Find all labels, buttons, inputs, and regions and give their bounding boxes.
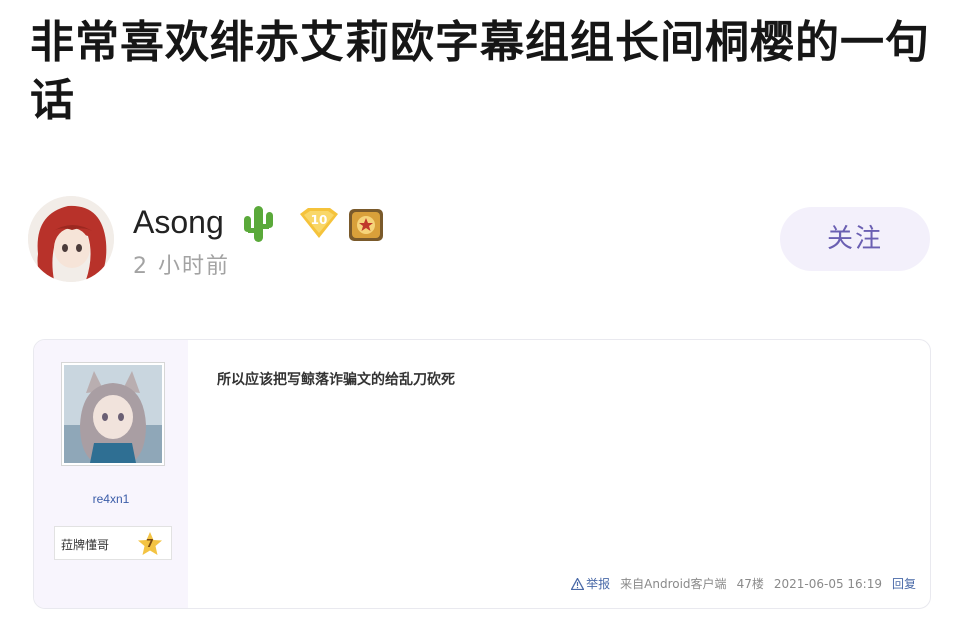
rank-level: 7 [146,537,154,550]
level-badge-number: 10 [310,213,328,227]
medal-icon [348,208,384,246]
author-avatar[interactable] [28,196,114,282]
author-name[interactable]: Asong [133,202,224,242]
user-rank-badge: 菈牌懂哥 7 [54,526,172,560]
quoted-post-content: 所以应该把写鲸落诈骗文的给乱刀砍死 [217,372,455,388]
report-label: 举报 [586,577,611,591]
quoted-post-footer: 举报 来自Android客户端 47楼 2021-06-05 16:19 回复 [571,575,916,592]
follow-button[interactable]: 关注 [780,207,930,271]
post-datetime: 2021-06-05 16:19 [773,576,882,591]
reply-link[interactable]: 回复 [892,575,916,592]
rank-title: 菈牌懂哥 [61,538,110,552]
report-link[interactable]: 举报 [571,575,610,592]
floor-number: 47楼 [736,577,764,591]
quoted-username[interactable]: re4xn1 [34,492,188,506]
article-title: 非常喜欢绯赤艾莉欧字幕组组长间桐樱的一句话 [30,17,930,126]
quoted-post-sidebar: re4xn1 菈牌懂哥 7 [34,340,188,608]
author-avatar-image [28,196,114,282]
author-row: Asong 10 2 小时前 关注 [28,196,932,286]
client-source: 来自Android客户端 [620,577,727,591]
post-time: 2 小时前 [133,254,230,279]
warning-icon [571,577,585,590]
quoted-user-avatar[interactable] [61,362,165,466]
quoted-post-card: re4xn1 菈牌懂哥 7 所以应该把写鲸落诈骗文的给乱刀砍死 举报 来自And… [33,339,931,609]
cactus-icon [240,204,276,248]
quoted-user-avatar-image [64,365,162,463]
